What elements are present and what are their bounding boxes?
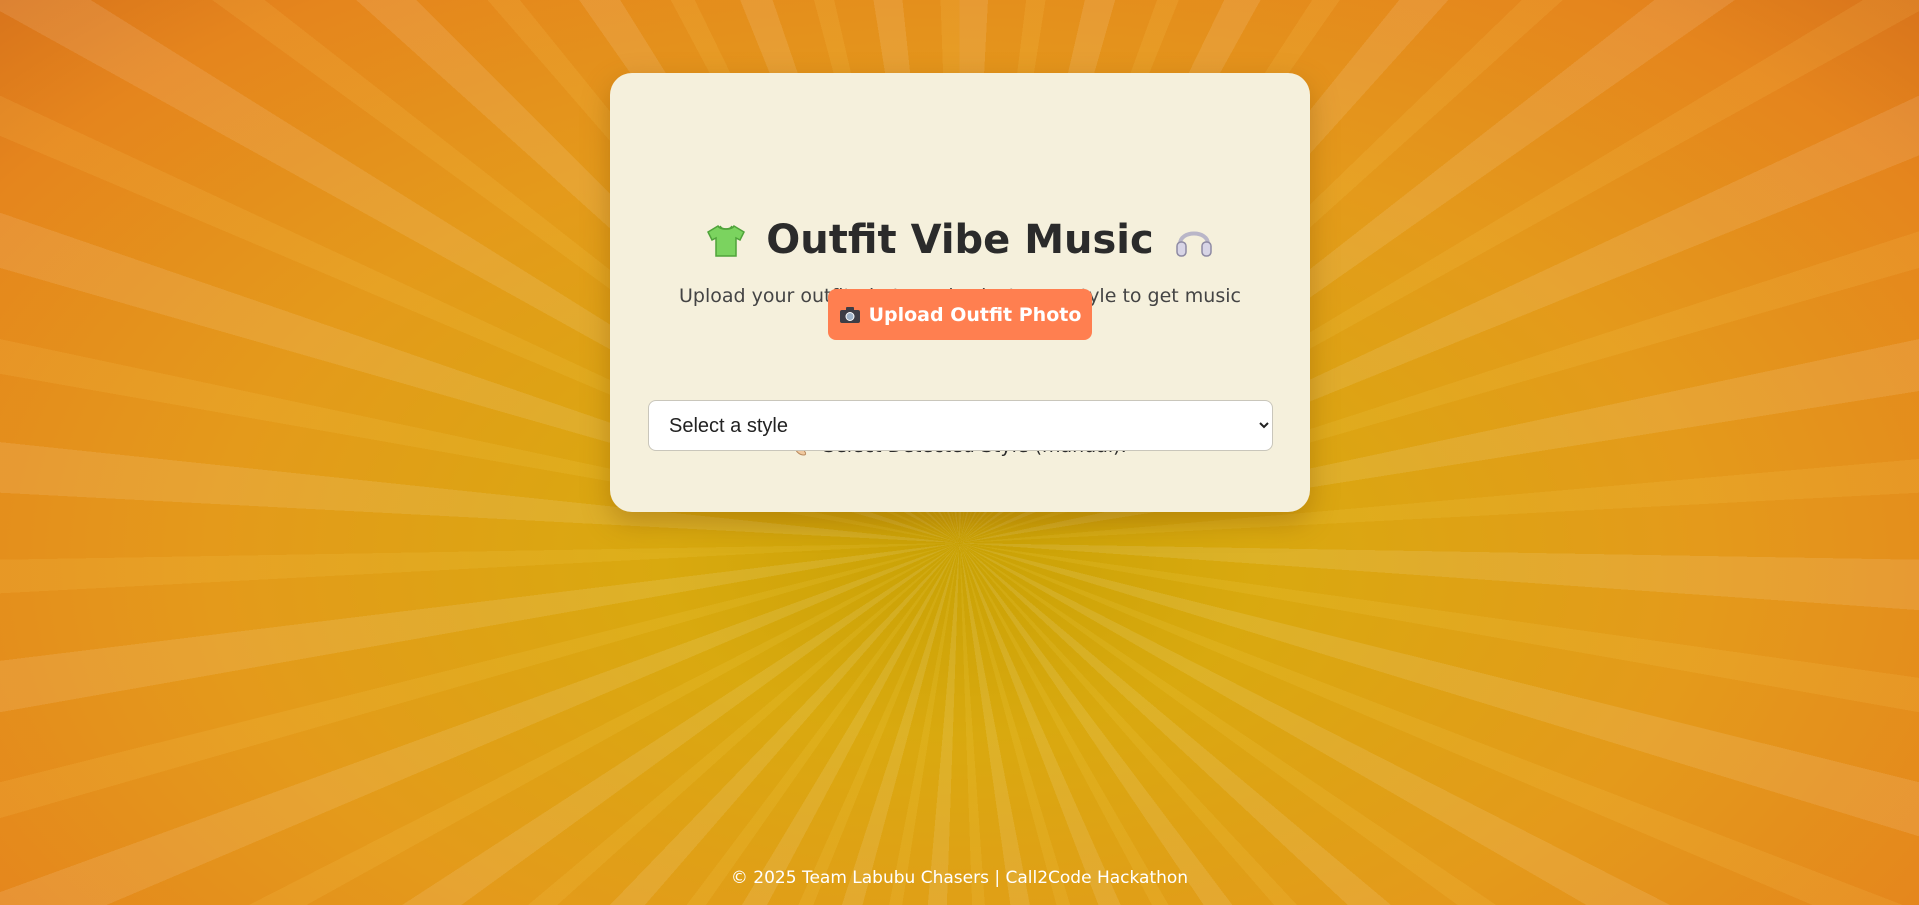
camera-icon [839, 306, 861, 324]
app-title: Outfit Vibe Music [766, 217, 1154, 263]
style-select[interactable]: Select a style [648, 400, 1273, 451]
headphones-icon [1172, 218, 1216, 262]
upload-button-label: Upload Outfit Photo [868, 303, 1082, 326]
footer: © 2025 Team Labubu Chasers | Call2Code H… [730, 868, 1189, 888]
upload-outfit-photo-button[interactable]: Upload Outfit Photo [828, 289, 1092, 340]
page-title: Outfit Vibe Music [610, 212, 1310, 268]
shirt-icon [704, 218, 748, 262]
